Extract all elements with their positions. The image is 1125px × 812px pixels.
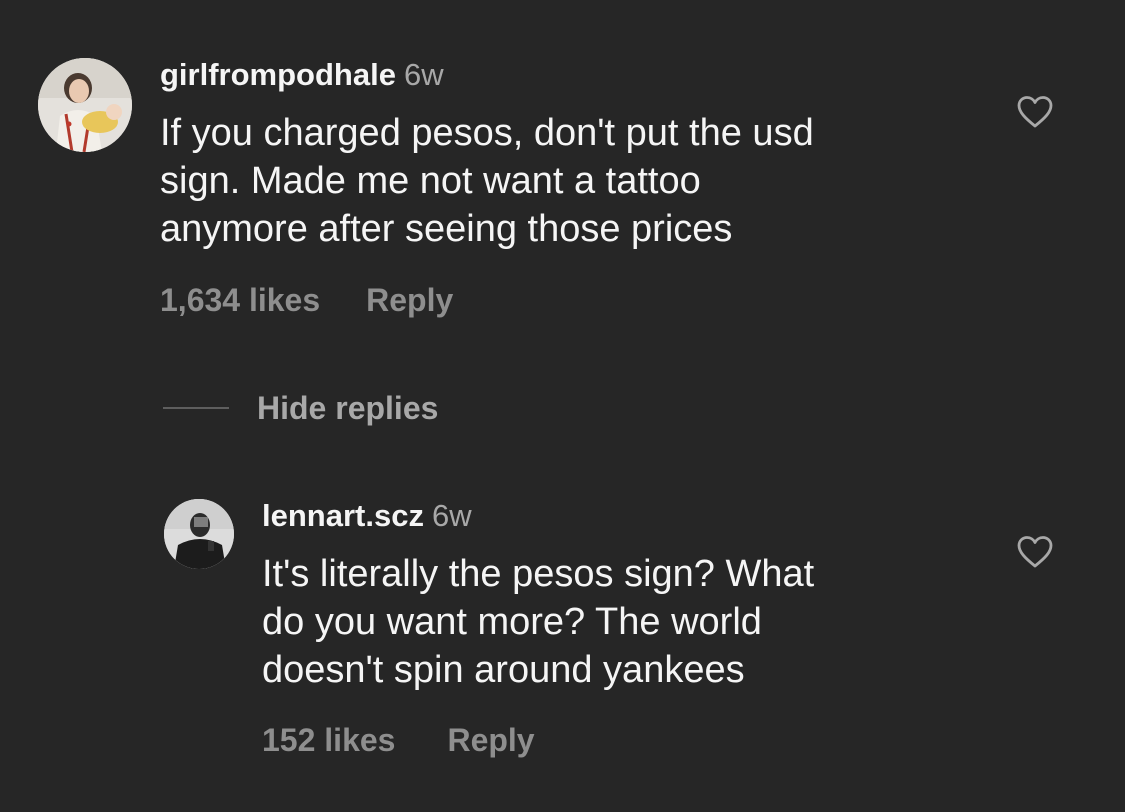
reply-comment: lennart.scz 6w It's literally the pesos s… xyxy=(0,480,1125,780)
replies-divider xyxy=(163,407,229,409)
timestamp: 6w xyxy=(431,498,472,533)
username[interactable]: lennart.scz xyxy=(262,498,424,533)
like-count[interactable]: 152 likes xyxy=(262,722,395,758)
comment: girlfrompodhale 6w If you charged pesos, … xyxy=(0,0,1125,340)
like-count[interactable]: 1,634 likes xyxy=(160,282,320,318)
comment-header: lennart.scz 6w xyxy=(262,498,472,534)
profile-photo-icon xyxy=(38,58,132,152)
comment-header: girlfrompodhale 6w xyxy=(160,57,444,93)
comment-actions: 1,634 likes Reply xyxy=(160,282,453,318)
timestamp: 6w xyxy=(403,57,444,92)
comment-actions: 152 likes Reply xyxy=(262,722,535,758)
heart-outline-icon[interactable] xyxy=(1016,535,1054,569)
profile-photo-icon xyxy=(164,499,234,569)
avatar[interactable] xyxy=(164,499,234,569)
username[interactable]: girlfrompodhale xyxy=(160,57,396,92)
hide-replies-button[interactable]: Hide replies xyxy=(257,390,438,426)
reply-button[interactable]: Reply xyxy=(447,722,534,758)
avatar[interactable] xyxy=(38,58,132,152)
comment-text: If you charged pesos, don't put the usd … xyxy=(160,112,814,250)
heart-outline-icon[interactable] xyxy=(1016,95,1054,129)
comment-text: It's literally the pesos sign? What do y… xyxy=(262,553,815,691)
reply-button[interactable]: Reply xyxy=(366,282,453,318)
